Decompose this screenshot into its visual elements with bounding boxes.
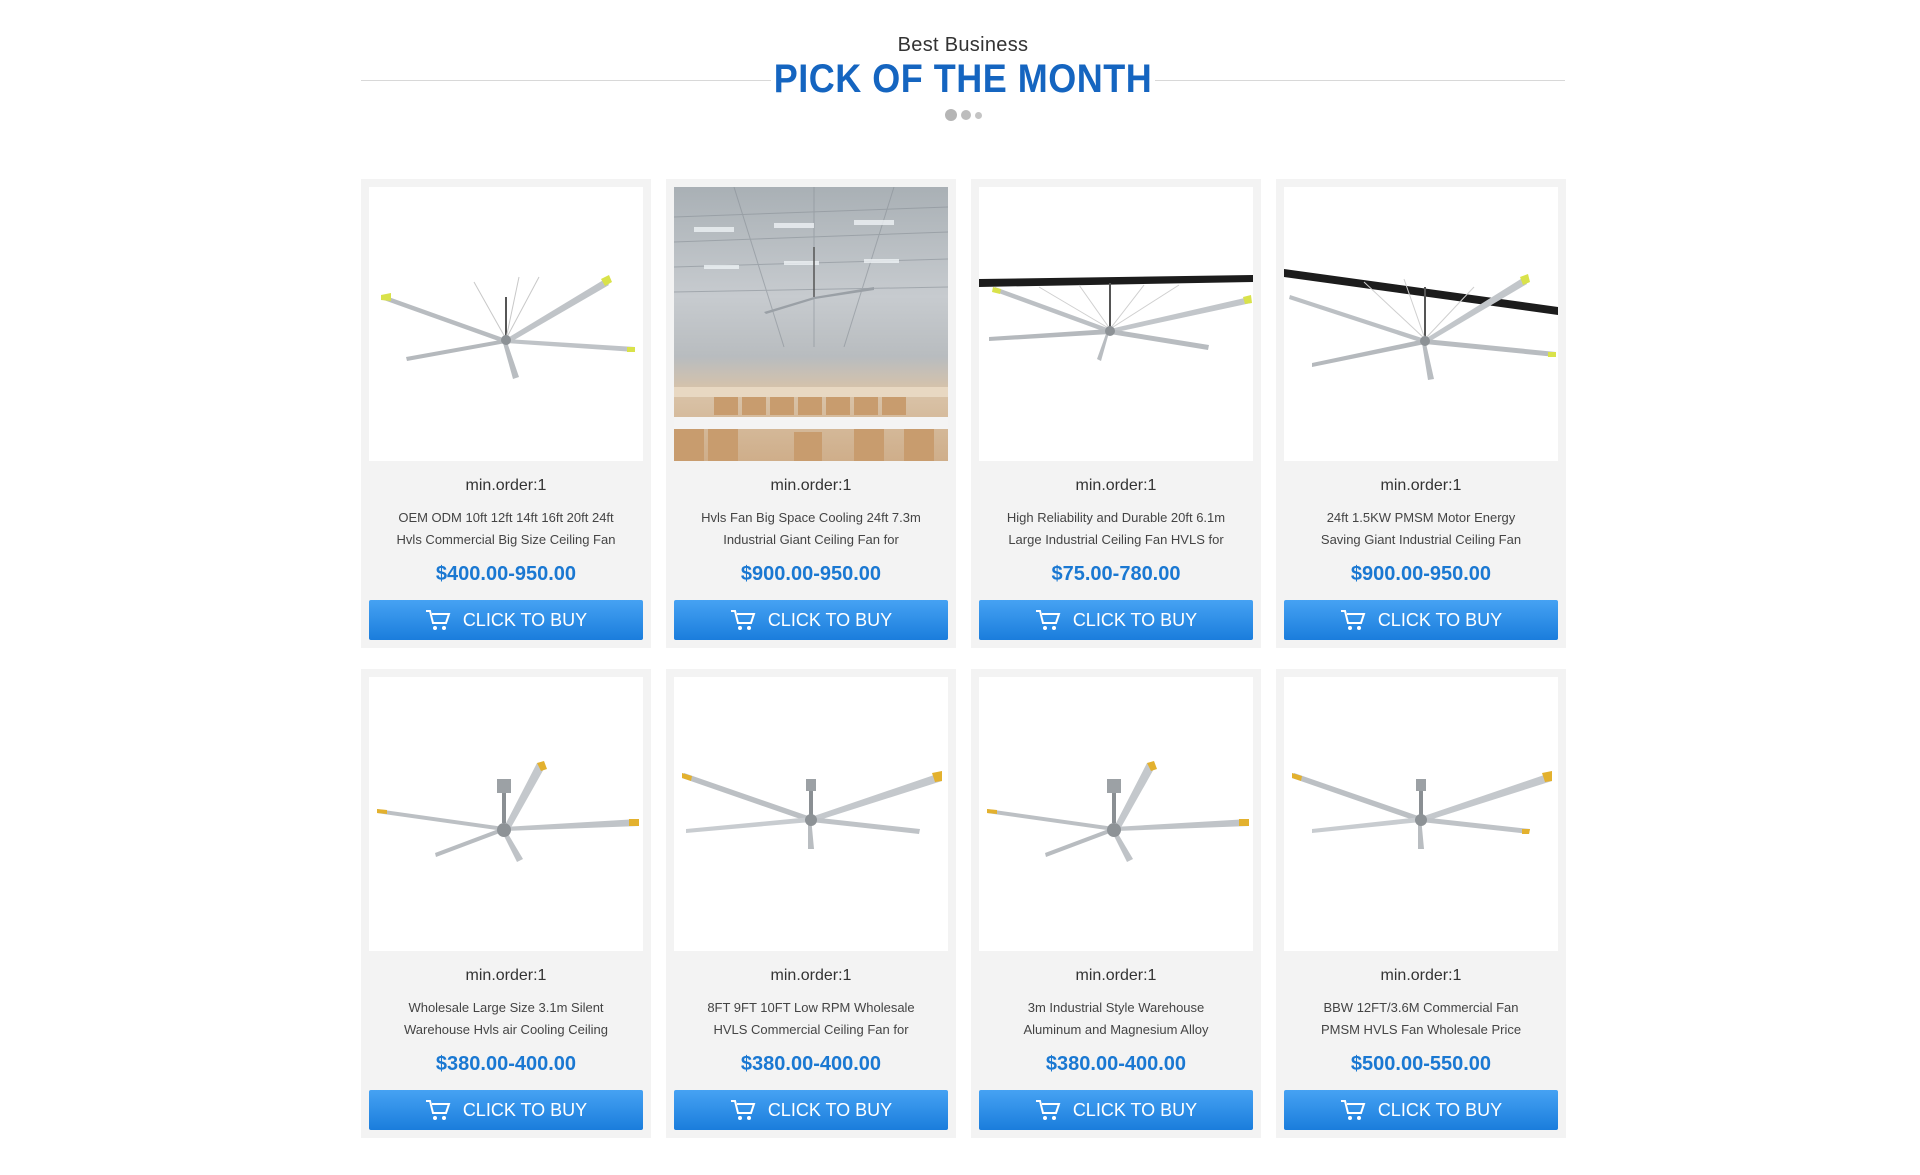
product-image[interactable]: [674, 187, 948, 461]
cart-icon: [1035, 1100, 1061, 1120]
product-image[interactable]: [674, 677, 948, 951]
ceiling-fan-image: [1284, 269, 1558, 380]
product-name[interactable]: 8FT 9FT 10FT Low RPM Wholesale HVLS Comm…: [696, 997, 926, 1041]
product-name[interactable]: 24ft 1.5KW PMSM Motor Energy Saving Gian…: [1306, 507, 1536, 551]
product-image[interactable]: [979, 187, 1253, 461]
cart-icon: [730, 610, 756, 630]
click-to-buy-label: CLICK TO BUY: [462, 1099, 588, 1120]
min-order: min.order:1: [465, 967, 547, 984]
product-card[interactable]: min.order:1 High Reliability and Durable…: [971, 179, 1261, 648]
product-price: $400.00-950.00: [435, 563, 577, 585]
click-to-buy-label: CLICK TO BUY: [767, 1099, 893, 1120]
product-name[interactable]: OEM ODM 10ft 12ft 14ft 16ft 20ft 24ft Hv…: [391, 507, 621, 551]
click-to-buy-button[interactable]: CLICK TO BUY: [1284, 600, 1558, 640]
cart-icon: [1035, 610, 1061, 630]
ceiling-fan-image: [979, 275, 1253, 361]
ceiling-fan-image: [1292, 771, 1552, 849]
click-to-buy-button[interactable]: CLICK TO BUY: [1284, 1090, 1558, 1130]
product-price: $75.00-780.00: [1051, 563, 1181, 585]
product-price: $380.00-400.00: [435, 1053, 577, 1075]
product-image[interactable]: [1284, 187, 1558, 461]
ceiling-fan-image: [377, 761, 639, 862]
product-price: $380.00-400.00: [1045, 1053, 1187, 1075]
product-card[interactable]: min.order:1 BBW 12FT/3.6M Commercial Fan…: [1276, 669, 1566, 1138]
product-card[interactable]: min.order:1 3m Industrial Style Warehous…: [971, 669, 1261, 1138]
click-to-buy-label: CLICK TO BUY: [1072, 609, 1198, 630]
min-order: min.order:1: [770, 477, 852, 494]
page: Best Business PICK OF THE MONTH min.orde…: [0, 0, 1920, 1175]
click-to-buy-label: CLICK TO BUY: [462, 609, 588, 630]
click-to-buy-button[interactable]: CLICK TO BUY: [674, 600, 948, 640]
warehouse-photo-detail: [674, 187, 948, 461]
product-name[interactable]: 3m Industrial Style Warehouse Aluminum a…: [1001, 997, 1231, 1041]
product-name[interactable]: Hvls Fan Big Space Cooling 24ft 7.3m Ind…: [696, 507, 926, 551]
click-to-buy-button[interactable]: CLICK TO BUY: [979, 1090, 1253, 1130]
section-header: Best Business PICK OF THE MONTH: [361, 30, 1565, 130]
product-card[interactable]: min.order:1 Hvls Fan Big Space Cooling 2…: [666, 179, 956, 648]
product-image[interactable]: [1284, 677, 1558, 951]
click-to-buy-button[interactable]: CLICK TO BUY: [979, 600, 1253, 640]
product-image[interactable]: [369, 677, 643, 951]
min-order: min.order:1: [1075, 967, 1157, 984]
product-card[interactable]: min.order:1 Wholesale Large Size 3.1m Si…: [361, 669, 651, 1138]
cart-icon: [425, 1100, 451, 1120]
cart-icon: [1340, 1100, 1366, 1120]
cart-icon: [1340, 610, 1366, 630]
click-to-buy-button[interactable]: CLICK TO BUY: [674, 1090, 948, 1130]
min-order: min.order:1: [1380, 967, 1462, 984]
cart-icon: [425, 610, 451, 630]
click-to-buy-button[interactable]: CLICK TO BUY: [369, 1090, 643, 1130]
product-price: $380.00-400.00: [740, 1053, 882, 1075]
ceiling-fan-image: [381, 275, 635, 379]
product-card[interactable]: min.order:1 24ft 1.5KW PMSM Motor Energy…: [1276, 179, 1566, 648]
click-to-buy-label: CLICK TO BUY: [767, 609, 893, 630]
product-grid: min.order:1 OEM ODM 10ft 12ft 14ft 16ft …: [361, 179, 1566, 1138]
carousel-dot-2[interactable]: [960, 110, 971, 120]
click-to-buy-label: CLICK TO BUY: [1377, 1099, 1503, 1120]
min-order: min.order:1: [770, 967, 852, 984]
carousel-dots: [361, 109, 1565, 121]
product-name[interactable]: High Reliability and Durable 20ft 6.1m L…: [1001, 507, 1231, 551]
carousel-dot-1[interactable]: [944, 109, 957, 121]
min-order: min.order:1: [1075, 477, 1157, 494]
product-image[interactable]: [979, 677, 1253, 951]
ceiling-fan-image: [682, 771, 942, 849]
product-image[interactable]: [369, 187, 643, 461]
ceiling-fan-image: [987, 761, 1249, 862]
section-title: PICK OF THE MONTH: [773, 55, 1153, 101]
product-name[interactable]: Wholesale Large Size 3.1m Silent Warehou…: [391, 997, 621, 1041]
section-subtitle: Best Business: [897, 34, 1029, 56]
product-name[interactable]: BBW 12FT/3.6M Commercial Fan PMSM HVLS F…: [1306, 997, 1536, 1041]
carousel-dot-3[interactable]: [974, 111, 982, 119]
min-order: min.order:1: [1380, 477, 1462, 494]
product-card[interactable]: min.order:1 8FT 9FT 10FT Low RPM Wholesa…: [666, 669, 956, 1138]
click-to-buy-button[interactable]: CLICK TO BUY: [369, 600, 643, 640]
click-to-buy-label: CLICK TO BUY: [1377, 609, 1503, 630]
product-price: $900.00-950.00: [740, 563, 882, 585]
min-order: min.order:1: [465, 477, 547, 494]
product-price: $900.00-950.00: [1350, 563, 1492, 585]
click-to-buy-label: CLICK TO BUY: [1072, 1099, 1198, 1120]
product-card[interactable]: min.order:1 OEM ODM 10ft 12ft 14ft 16ft …: [361, 179, 651, 648]
product-price: $500.00-550.00: [1350, 1053, 1492, 1075]
cart-icon: [730, 1100, 756, 1120]
